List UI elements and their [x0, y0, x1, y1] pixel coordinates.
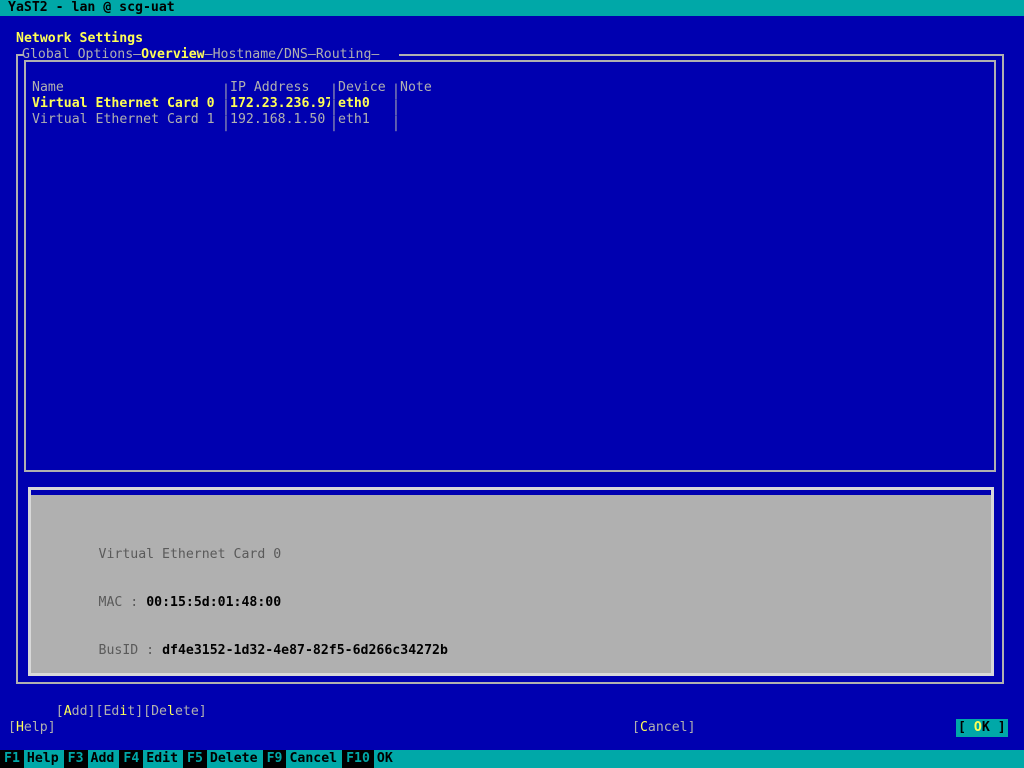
- fkey-key-label: F9: [262, 750, 287, 768]
- detail-busid-row: BusID : df4e3152-1d32-4e87-82f5-6d266c34…: [35, 627, 448, 658]
- table-row[interactable]: Virtual Ethernet Card 0 │172.23.236.97│et…: [32, 96, 460, 116]
- page-title: Network Settings: [16, 31, 144, 46]
- detail-title-text: Virtual Ethernet Card 0: [98, 547, 282, 562]
- fkey-key-label: F3: [63, 750, 88, 768]
- detail-bullet-row: * Device Name: eth0: [35, 675, 448, 676]
- fkey-key-label: F4: [119, 750, 144, 768]
- fkey-cancel[interactable]: F9 Cancel: [262, 750, 343, 768]
- fkey-action-label: Cancel: [286, 750, 343, 768]
- delete-button[interactable]: [Delete]: [143, 704, 207, 719]
- column-header-note: Note: [400, 80, 432, 95]
- ok-button[interactable]: [ OK ]: [956, 719, 1008, 737]
- fkey-action-label: Help: [23, 750, 64, 768]
- detail-mac-value: 00:15:5d:01:48:00: [146, 595, 282, 610]
- delete-button-post: ete]: [174, 704, 207, 719]
- cell-device: eth1: [338, 112, 370, 127]
- cancel-button-post: ancel]: [647, 720, 696, 735]
- detail-mac-row: MAC : 00:15:5d:01:48:00: [35, 579, 448, 610]
- ok-button-hotkey: O: [973, 720, 982, 735]
- help-button[interactable]: [Help]: [8, 720, 56, 736]
- fkey-edit[interactable]: F4 Edit: [119, 750, 184, 768]
- help-button-hotkey: H: [15, 720, 24, 735]
- column-separator: │: [392, 117, 400, 132]
- ok-button-post: K ]: [981, 720, 1006, 735]
- fkey-key-label: F5: [183, 750, 207, 768]
- add-button[interactable]: [Add]: [56, 704, 96, 719]
- fkey-delete[interactable]: F5 Delete: [183, 750, 263, 768]
- interface-detail-panel: Virtual Ethernet Card 0 MAC : 00:15:5d:0…: [28, 487, 994, 676]
- table-action-buttons: [Add][Edit][Delete]: [24, 688, 207, 719]
- cell-ip-address: 192.168.1.50: [230, 112, 326, 127]
- fkey-action-label: OK: [373, 750, 398, 768]
- fkey-action-label: Add: [87, 750, 120, 768]
- interfaces-table[interactable]: Name │IP Address │Device │Note Virtual Ether…: [24, 60, 996, 472]
- add-button-pre: [: [55, 704, 64, 719]
- fkey-key-label: F1: [0, 750, 24, 768]
- cancel-button-pre: [: [632, 720, 640, 735]
- detail-title: Virtual Ethernet Card 0: [35, 531, 448, 562]
- add-button-hotkey: A: [63, 704, 72, 719]
- fkey-ok[interactable]: F10 OK: [342, 750, 398, 768]
- detail-panel-topbar: [31, 490, 991, 495]
- fkey-help[interactable]: F1 Help: [0, 750, 64, 768]
- window-titlebar: YaST2 - lan @ scg-uat: [0, 0, 1024, 16]
- column-separator: │: [330, 117, 338, 132]
- detail-busid-label: BusID :: [98, 643, 155, 658]
- detail-mac-label: MAC :: [98, 595, 139, 610]
- column-header-name: Name: [32, 80, 64, 95]
- delete-button-hotkey: l: [167, 704, 175, 719]
- cancel-button-hotkey: C: [639, 720, 648, 735]
- detail-panel-content: Virtual Ethernet Card 0 MAC : 00:15:5d:0…: [35, 499, 448, 676]
- fkey-key-label: F10: [342, 750, 374, 768]
- ok-button-pre: [: [958, 720, 974, 735]
- table-row[interactable]: Virtual Ethernet Card 1 │192.168.1.50 │eth…: [32, 112, 460, 132]
- cell-name: Virtual Ethernet Card 0: [32, 96, 215, 111]
- terminal-screen: YaST2 - lan @ scg-uat Network Settings G…: [0, 0, 1024, 768]
- column-header-device: Device: [338, 80, 386, 95]
- fkey-add[interactable]: F3 Add: [63, 750, 120, 768]
- edit-button[interactable]: [Edit]: [96, 704, 144, 719]
- table-header-row: Name │IP Address │Device │Note: [32, 80, 460, 100]
- cell-name: Virtual Ethernet Card 1: [32, 112, 215, 127]
- column-separator: │: [222, 117, 230, 132]
- help-button-post: elp]: [23, 720, 56, 735]
- detail-bullet-text: Device Name: eth0: [67, 675, 202, 676]
- column-header-ip-address: IP Address: [230, 80, 310, 95]
- fkey-action-label: Edit: [143, 750, 184, 768]
- cell-device: eth0: [338, 96, 370, 111]
- edit-button-pre: [Ed: [95, 704, 120, 719]
- edit-button-post: t]: [127, 704, 144, 719]
- fkey-action-label: Delete: [206, 750, 263, 768]
- cancel-button[interactable]: [Cancel]: [632, 720, 696, 736]
- function-key-bar: F1 Help F3 Add F4 Edit F5 Delete F9 Cancel F10 OK: [0, 750, 1024, 768]
- help-button-pre: [: [8, 720, 16, 735]
- add-button-post: dd]: [71, 704, 96, 719]
- delete-button-pre: [De: [143, 704, 167, 719]
- cell-ip-address: 172.23.236.97: [230, 96, 330, 111]
- detail-busid-value: df4e3152-1d32-4e87-82f5-6d266c34272b: [162, 643, 448, 658]
- bullet-icon: *: [35, 675, 67, 676]
